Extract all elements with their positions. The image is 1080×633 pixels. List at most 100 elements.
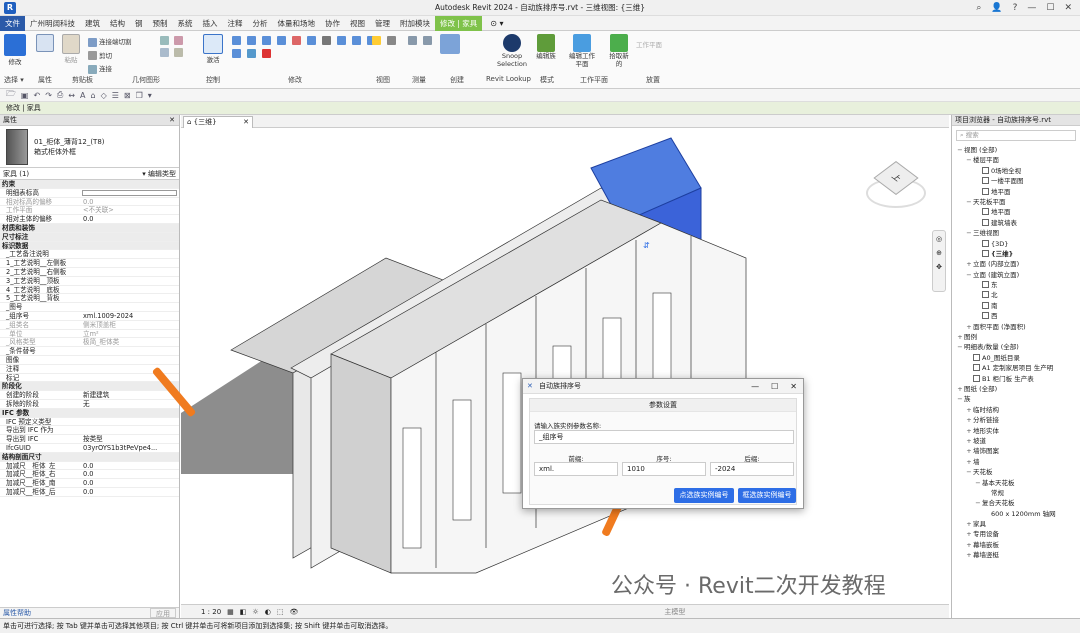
- property-value[interactable]: xml.1009-2024: [80, 312, 179, 320]
- pick-new-button[interactable]: 拾取新的: [608, 34, 630, 68]
- hide-icon[interactable]: [387, 36, 396, 45]
- type-selector[interactable]: 01_柜体_薄背12_(T8) 箱式柜体外框: [0, 126, 179, 168]
- properties-button[interactable]: [36, 34, 54, 52]
- dialog-maximize-button[interactable]: ☐: [771, 379, 778, 394]
- property-value[interactable]: [80, 294, 179, 302]
- property-row[interactable]: 加减尺__柜体_后 0.0: [0, 488, 179, 497]
- paste-button[interactable]: 粘贴: [62, 34, 80, 64]
- property-value[interactable]: [80, 303, 179, 311]
- property-value[interactable]: [80, 259, 179, 267]
- text-icon[interactable]: A: [80, 91, 85, 100]
- expand-toggle-icon[interactable]: +: [965, 436, 973, 446]
- properties-help-link[interactable]: 属性帮助: [3, 608, 31, 618]
- property-row[interactable]: IFC 预定义类型: [0, 418, 179, 427]
- tab-collaborate[interactable]: 协作: [320, 16, 345, 31]
- dropdown-icon[interactable]: ▾: [148, 91, 152, 100]
- measure-icon[interactable]: [408, 36, 417, 45]
- edit-family-button[interactable]: 编辑族: [536, 34, 556, 60]
- geometry-tool-icon[interactable]: [174, 48, 183, 57]
- expand-toggle-icon[interactable]: +: [965, 415, 973, 425]
- instance-count[interactable]: 家具 (1): [3, 169, 29, 179]
- browser-tree-item[interactable]: +专用设备: [952, 529, 1080, 539]
- property-value[interactable]: 0.0: [80, 479, 179, 487]
- snoop-selection-button[interactable]: Snoop Selection: [490, 34, 534, 68]
- browser-tree-item[interactable]: {三维}: [952, 249, 1080, 259]
- property-value[interactable]: 立m²: [80, 330, 179, 338]
- browser-tree-item[interactable]: 西: [952, 311, 1080, 321]
- property-value[interactable]: [80, 418, 179, 426]
- expand-toggle-icon[interactable]: −: [956, 394, 964, 404]
- property-row[interactable]: _组序号 xml.1009-2024: [0, 312, 179, 321]
- property-row[interactable]: 图像: [0, 356, 179, 365]
- browser-tree-item[interactable]: −族: [952, 394, 1080, 404]
- offset-icon[interactable]: [247, 36, 256, 45]
- print-icon[interactable]: ⎙: [57, 90, 63, 100]
- connect-button[interactable]: 连接: [88, 63, 112, 74]
- expand-toggle-icon[interactable]: +: [956, 332, 964, 342]
- browser-tree-item[interactable]: −基本天花板: [952, 478, 1080, 488]
- expand-toggle-icon[interactable]: +: [965, 322, 973, 332]
- delete-icon[interactable]: [262, 49, 271, 58]
- crop-icon[interactable]: ⬚: [277, 605, 284, 619]
- viewcube[interactable]: 上: [866, 158, 926, 218]
- tab-massing[interactable]: 体量和场地: [273, 16, 321, 31]
- browser-tree-item[interactable]: 一楼平面图: [952, 176, 1080, 186]
- section-icon[interactable]: ◇: [101, 91, 107, 100]
- tab-manage[interactable]: 管理: [370, 16, 395, 31]
- browser-tree-item[interactable]: +图例: [952, 332, 1080, 342]
- property-value[interactable]: [82, 189, 177, 196]
- browser-tree-item[interactable]: −三维视图: [952, 228, 1080, 238]
- geometry-tool-icon[interactable]: [174, 36, 183, 45]
- browser-tree-item[interactable]: −天花板: [952, 467, 1080, 477]
- browser-tree-item[interactable]: 地平面: [952, 187, 1080, 197]
- property-row[interactable]: 1_工艺说明__左侧板: [0, 259, 179, 268]
- tab-insert[interactable]: 插入: [198, 16, 223, 31]
- property-value[interactable]: <不关联>: [80, 206, 179, 214]
- sequence-input[interactable]: 1010: [622, 462, 706, 476]
- browser-tree-item[interactable]: −楼层平面: [952, 155, 1080, 165]
- browser-tree-item[interactable]: 0场地全视: [952, 166, 1080, 176]
- move-icon[interactable]: [322, 36, 331, 45]
- property-group-header[interactable]: 标识数据: [0, 241, 179, 251]
- close-icon[interactable]: ✕: [169, 115, 179, 126]
- expand-toggle-icon[interactable]: −: [965, 197, 973, 207]
- selection-grip-icon[interactable]: ⇵: [643, 241, 650, 250]
- property-value[interactable]: 0.0: [80, 198, 179, 206]
- activate-button[interactable]: 激活: [203, 34, 223, 64]
- tab-analyze[interactable]: 分析: [248, 16, 273, 31]
- property-value[interactable]: 03yrOYS1b3tPeVpe4...: [80, 444, 179, 452]
- browser-tree-item[interactable]: +分析链接: [952, 415, 1080, 425]
- browser-tree-item[interactable]: 南: [952, 301, 1080, 311]
- property-row[interactable]: 加减尺__柜体_南 0.0: [0, 479, 179, 488]
- dialog-minimize-button[interactable]: —: [751, 379, 759, 394]
- measure-qat-icon[interactable]: ↔: [68, 91, 75, 100]
- expand-toggle-icon[interactable]: −: [956, 145, 964, 155]
- mirror-draw-icon[interactable]: [277, 36, 286, 45]
- tab-steel[interactable]: 钢: [130, 16, 148, 31]
- expand-toggle-icon[interactable]: −: [965, 155, 973, 165]
- zoom-icon[interactable]: ⊕: [936, 249, 942, 257]
- property-row[interactable]: 明细表标高: [0, 189, 179, 198]
- browser-tree-item[interactable]: A1 定制家居项目 生产明: [952, 363, 1080, 373]
- tab-gzmk[interactable]: 广州明阔科技: [25, 16, 80, 31]
- property-row[interactable]: _风格类型 极简_柜体类: [0, 338, 179, 348]
- browser-tree-item[interactable]: 地平面: [952, 207, 1080, 217]
- property-group-header[interactable]: 材质和装饰: [0, 223, 179, 233]
- redo-icon[interactable]: ↷: [45, 91, 52, 100]
- close-hidden-icon[interactable]: ⊠: [124, 91, 131, 100]
- suffix-input[interactable]: -2024: [710, 462, 794, 476]
- property-row[interactable]: 导出到 IFC 按类型: [0, 435, 179, 444]
- browser-tree-item[interactable]: −立面 (建筑立面): [952, 270, 1080, 280]
- browser-tree-item[interactable]: +面积平面 (净面积): [952, 322, 1080, 332]
- property-row[interactable]: 5_工艺说明__背板: [0, 294, 179, 304]
- property-group-header[interactable]: 尺寸标注: [0, 232, 179, 242]
- property-row[interactable]: _工艺备注说明: [0, 250, 179, 260]
- property-value[interactable]: 极简_柜体类: [80, 338, 179, 346]
- sun-path-icon[interactable]: ☼: [252, 605, 258, 619]
- expand-toggle-icon[interactable]: −: [956, 342, 964, 352]
- property-row[interactable]: 加减尺__柜体_右 0.0: [0, 470, 179, 480]
- property-value[interactable]: [80, 426, 179, 434]
- view-scale[interactable]: 1 : 20: [201, 605, 221, 619]
- tab-modify-furniture[interactable]: 修改 | 家具: [435, 15, 483, 31]
- click-select-number-button[interactable]: 点选族实例编号: [674, 488, 734, 503]
